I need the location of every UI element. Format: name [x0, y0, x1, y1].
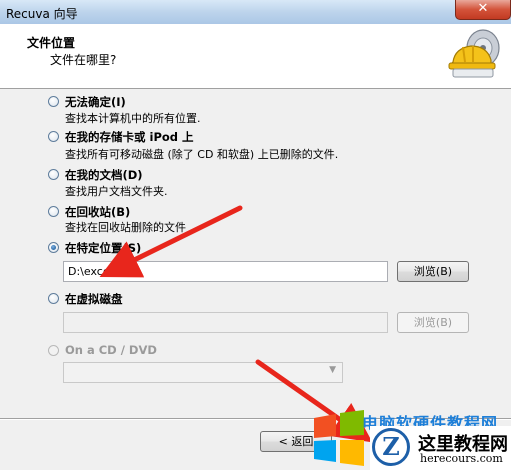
- radio-recycle-bin[interactable]: [48, 206, 59, 217]
- recuva-wizard-window: Recuva 向导 ✕ 文件位置 文件在哪里? 无法确定(I) 查找本计算机中的…: [0, 0, 511, 470]
- window-title: Recuva 向导: [6, 7, 78, 21]
- option-virtual-disk-label[interactable]: 在虚拟磁盘: [65, 291, 123, 307]
- option-recycle-bin-label[interactable]: 在回收站(B): [65, 204, 130, 220]
- windows-logo-icon: [314, 410, 364, 466]
- radio-specific-location[interactable]: [48, 242, 59, 253]
- option-cd-dvd-label: On a CD / DVD: [65, 343, 157, 357]
- specific-location-input[interactable]: [63, 261, 388, 282]
- option-my-documents-description: 查找用户文档文件夹.: [65, 185, 168, 198]
- option-unknown-label[interactable]: 无法确定(I): [65, 94, 126, 110]
- virtual-disk-browse-button[interactable]: 浏览(B): [397, 312, 469, 333]
- option-specific-location-label[interactable]: 在特定位置(S): [65, 240, 141, 256]
- title-bar[interactable]: Recuva 向导 ✕: [0, 0, 511, 24]
- watermark-logo-icon: Z: [372, 428, 410, 466]
- red-arrow-icon: [99, 205, 243, 278]
- cd-dvd-dropdown[interactable]: ▼: [63, 362, 343, 383]
- radio-memory-card[interactable]: [48, 131, 59, 142]
- virtual-disk-input[interactable]: [63, 312, 388, 333]
- option-memory-card-label[interactable]: 在我的存储卡或 iPod 上: [65, 129, 194, 145]
- page-subtitle: 文件在哪里?: [50, 53, 117, 67]
- wizard-header: 文件位置 文件在哪里?: [0, 24, 511, 89]
- recuva-logo-icon: [448, 29, 500, 78]
- browse-button[interactable]: 浏览(B): [397, 261, 469, 282]
- radio-cd-dvd[interactable]: [48, 345, 59, 356]
- radio-virtual-disk[interactable]: [48, 293, 59, 304]
- option-unknown-description: 查找本计算机中的所有位置.: [65, 112, 201, 125]
- page-title: 文件位置: [27, 36, 76, 50]
- radio-my-documents[interactable]: [48, 169, 59, 180]
- option-recycle-bin-description: 查找在回收站删除的文件: [65, 221, 186, 234]
- option-my-documents-label[interactable]: 在我的文档(D): [65, 167, 143, 183]
- watermark-site-url: herecours.com: [420, 452, 503, 465]
- chevron-down-icon: ▼: [329, 365, 336, 375]
- option-memory-card-description: 查找所有可移动磁盘 (除了 CD 和软盘) 上已删除的文件.: [65, 148, 339, 161]
- radio-unknown-location[interactable]: [48, 96, 59, 107]
- close-button[interactable]: ✕: [455, 0, 511, 20]
